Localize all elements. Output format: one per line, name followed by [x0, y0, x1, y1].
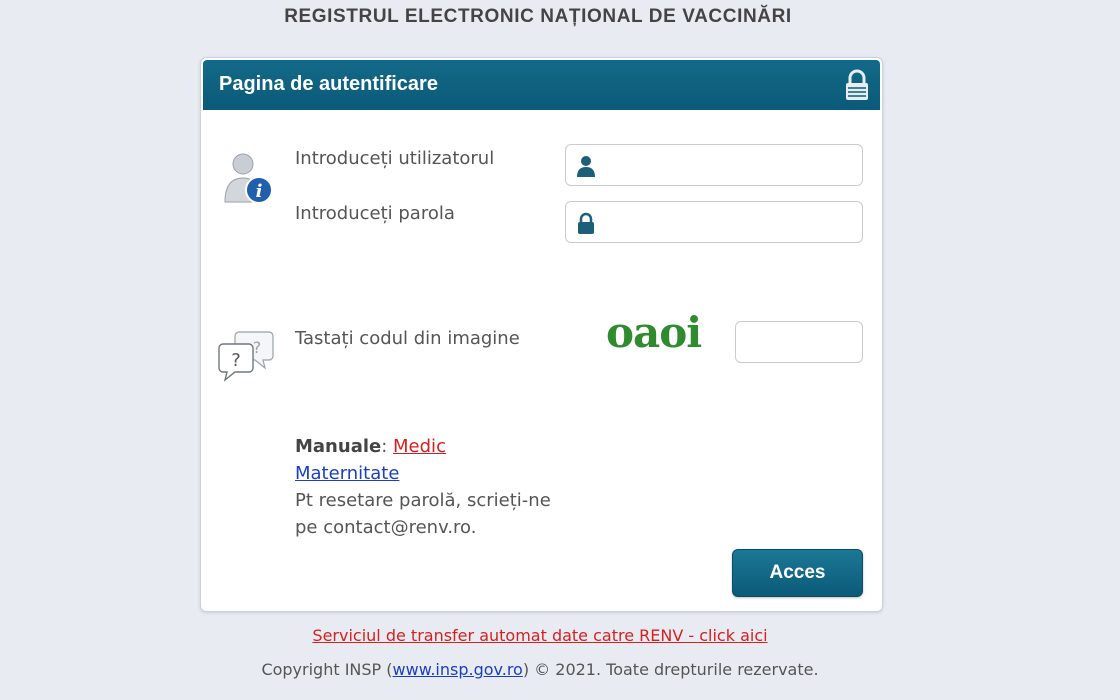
captcha-input[interactable] — [744, 326, 856, 358]
svg-text:?: ? — [253, 338, 262, 357]
username-label: Introduceți utilizatorul — [295, 148, 495, 169]
insp-website-link[interactable]: www.insp.gov.ro — [393, 660, 523, 679]
user-info-icon: i — [224, 153, 273, 204]
manuals-section: Manuale: Medic Maternitate Pt resetare p… — [295, 433, 555, 541]
transfer-service-link[interactable]: Serviciul de transfer automat date catre… — [0, 626, 1080, 645]
svg-text:i: i — [256, 181, 263, 202]
password-label: Introduceți parola — [295, 203, 455, 224]
acces-button[interactable]: Acces — [732, 549, 863, 597]
captcha-field[interactable] — [735, 321, 863, 363]
captcha-image: oaoi — [606, 308, 702, 357]
svg-text:?: ? — [231, 350, 241, 371]
captcha-label: Tastați codul din imagine — [295, 328, 520, 349]
panel-header: Pagina de autentificare — [203, 60, 880, 110]
copyright-prefix: Copyright INSP ( — [261, 660, 393, 679]
lock-icon — [846, 69, 868, 100]
copyright-suffix: ) © 2021. Toate drepturile rezervate. — [522, 660, 819, 679]
manuals-separator: : — [381, 436, 388, 457]
password-lock-icon — [578, 212, 594, 234]
help-bubbles-icon: ? ? — [218, 331, 274, 382]
manual-medic-link[interactable]: Medic — [393, 436, 446, 457]
manuals-label: Manuale — [295, 436, 382, 457]
manual-maternitate-link[interactable]: Maternitate — [295, 463, 399, 484]
username-input[interactable] — [604, 149, 856, 181]
login-panel: Pagina de autentificare i Introduceți ut… — [200, 57, 883, 612]
username-field[interactable] — [565, 144, 863, 186]
password-field[interactable] — [565, 201, 863, 243]
footer-copyright: Copyright INSP (www.insp.gov.ro) © 2021.… — [0, 660, 1080, 679]
password-input[interactable] — [604, 206, 856, 238]
password-reset-text: Pt resetare parolă, scrieți-ne pe contac… — [295, 490, 551, 538]
panel-title: Pagina de autentificare — [219, 73, 438, 95]
user-icon — [577, 156, 595, 177]
page-title: REGISTRUL ELECTRONIC NAȚIONAL DE VACCINĂ… — [284, 6, 792, 27]
